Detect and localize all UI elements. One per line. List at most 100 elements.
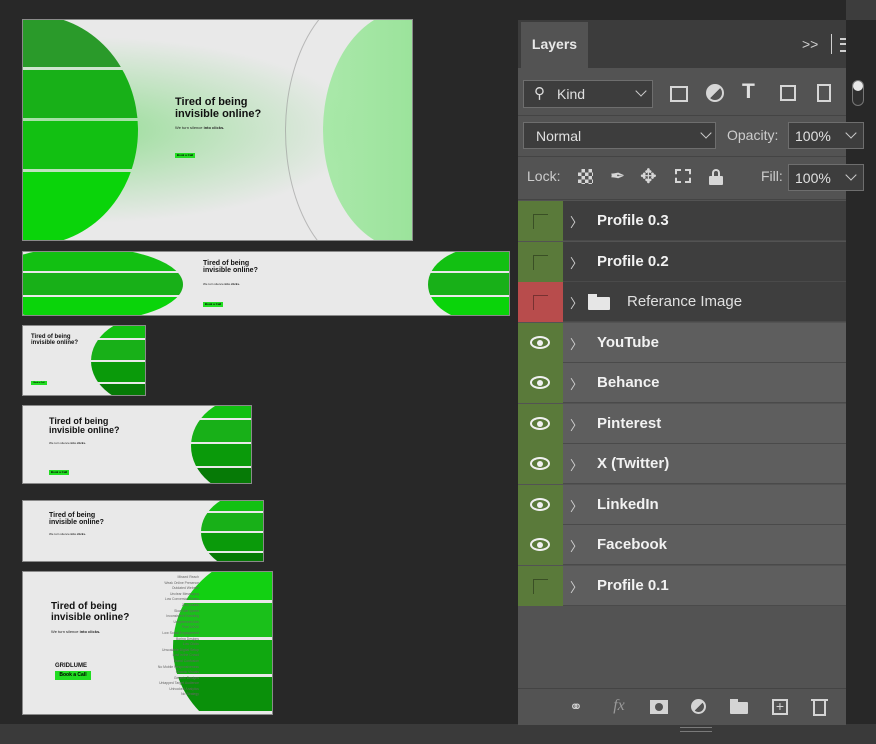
headline: Tired of being invisible online?: [175, 96, 262, 120]
layer-name: X (Twitter): [597, 455, 670, 472]
chevron-right-icon[interactable]: 〉: [570, 415, 583, 434]
layer-row[interactable]: 〉 Behance: [518, 363, 846, 403]
tab-layers[interactable]: Layers: [521, 22, 588, 68]
eye-icon: [530, 335, 550, 349]
chevron-right-icon[interactable]: 〉: [570, 496, 583, 515]
chevron-down-icon[interactable]: [845, 127, 857, 139]
artboard-square[interactable]: Tired of being invisible online? We turn …: [22, 571, 273, 715]
layer-visibility-toggle[interactable]: [518, 282, 563, 322]
opacity-input[interactable]: 100%: [788, 122, 864, 149]
chevron-right-icon[interactable]: 〉: [570, 212, 583, 231]
divider: [518, 199, 846, 200]
blend-mode-select[interactable]: Normal: [523, 122, 716, 149]
panel-footer: ⚭ fx +: [518, 688, 846, 732]
opacity-value: 100%: [795, 128, 831, 144]
new-layer-icon[interactable]: +: [769, 697, 791, 717]
move-icon[interactable]: ✥: [640, 164, 662, 188]
decor-ring: [285, 20, 412, 240]
layer-row[interactable]: 〉 YouTube: [518, 322, 846, 363]
layer-visibility-toggle[interactable]: [518, 444, 563, 484]
chevron-right-icon[interactable]: 〉: [570, 293, 583, 312]
link-icon[interactable]: ⚭: [565, 697, 587, 717]
chevron-right-icon[interactable]: 〉: [570, 455, 583, 474]
green-circle: [23, 252, 183, 315]
chevron-right-icon[interactable]: 〉: [570, 536, 583, 555]
divider: [518, 156, 846, 157]
opacity-label: Opacity:: [727, 127, 779, 143]
adjustment-icon[interactable]: [688, 697, 710, 717]
artboard-lock-icon[interactable]: [675, 169, 691, 183]
subline: We turn silence into clicks.: [49, 441, 86, 445]
eye-icon: [530, 416, 550, 430]
chevron-right-icon[interactable]: 〉: [570, 577, 583, 596]
artboard-medium-2[interactable]: Tired of being invisible online? We turn …: [22, 500, 264, 562]
shape-filter-icon[interactable]: [780, 85, 796, 101]
layer-visibility-toggle[interactable]: [518, 363, 563, 403]
layer-name: Profile 0.3: [597, 212, 669, 229]
filter-kind-select[interactable]: ⚲ Kind: [523, 80, 653, 108]
layer-visibility-toggle[interactable]: [518, 484, 563, 525]
fill-input[interactable]: 100%: [788, 164, 864, 191]
brush-icon[interactable]: ✒: [610, 166, 632, 188]
artboard-banner[interactable]: Tired of being invisible online? We turn …: [22, 251, 510, 316]
image-filter-icon[interactable]: [670, 86, 688, 102]
layer-visibility-toggle[interactable]: [518, 322, 563, 363]
layer-row[interactable]: 〉 Facebook: [518, 525, 846, 565]
smart-object-filter-icon[interactable]: [817, 84, 831, 102]
layer-row[interactable]: 〉 Profile 0.1: [518, 565, 846, 606]
layer-name: Facebook: [597, 536, 668, 553]
chevron-right-icon[interactable]: 〉: [570, 334, 583, 353]
layer-visibility-toggle[interactable]: [518, 241, 563, 282]
layer-row[interactable]: 〉 LinkedIn: [518, 484, 846, 525]
folder-icon[interactable]: [728, 697, 750, 717]
collapse-icon[interactable]: >>: [802, 36, 818, 52]
layer-row[interactable]: 〉 Referance Image: [518, 282, 846, 322]
eye-icon: [530, 376, 550, 389]
search-icon: ⚲: [534, 85, 545, 102]
artboard-small[interactable]: Tired of being invisible online? Book a C…: [22, 325, 146, 396]
canvas-area[interactable]: Tired of being invisible online? We turn …: [0, 0, 518, 724]
lock-all-icon[interactable]: [709, 169, 723, 185]
trash-icon[interactable]: [809, 697, 831, 717]
divider: [831, 34, 832, 54]
lock-transparent-pixels-icon[interactable]: [578, 169, 593, 184]
fx-icon[interactable]: fx: [608, 697, 630, 717]
cta-button: Book a Call: [49, 470, 69, 475]
layer-visibility-toggle[interactable]: [518, 403, 563, 444]
chevron-right-icon[interactable]: 〉: [570, 374, 583, 393]
top-right-strip: [846, 0, 876, 20]
layer-name: Pinterest: [597, 414, 662, 432]
layer-name: YouTube: [597, 333, 659, 351]
headline: Tired of being invisible online?: [203, 260, 258, 275]
artboard-medium[interactable]: Tired of being invisible online? We turn …: [22, 405, 252, 484]
artboard-profile[interactable]: Tired of being invisible online? We turn …: [22, 19, 413, 241]
layer-visibility-toggle[interactable]: [518, 201, 563, 241]
layer-row[interactable]: 〉 Profile 0.2: [518, 241, 846, 282]
filter-toggle[interactable]: [852, 80, 864, 106]
subline: We turn silence into clicks.: [203, 282, 240, 286]
subline: We turn silence into clicks.: [49, 532, 86, 536]
layer-row[interactable]: 〉 X (Twitter): [518, 444, 846, 484]
mask-icon[interactable]: [648, 697, 670, 717]
headline: Tired of being invisible online?: [49, 416, 120, 436]
hidden-box-icon: [533, 578, 548, 594]
green-circle: [191, 406, 251, 483]
cta-button: Book a Call: [31, 381, 47, 385]
resize-grip[interactable]: [680, 727, 712, 732]
lock-label: Lock:: [527, 168, 561, 184]
cta-button: Book a Call: [175, 153, 195, 158]
panel-menu-icon[interactable]: [840, 38, 846, 52]
adjustment-filter-icon[interactable]: [706, 84, 724, 102]
eye-icon: [530, 497, 550, 511]
hidden-box-icon: [533, 254, 548, 270]
chevron-right-icon[interactable]: 〉: [570, 253, 583, 272]
layer-visibility-toggle[interactable]: [518, 525, 563, 565]
chevron-down-icon[interactable]: [845, 169, 857, 181]
layer-row[interactable]: 〉 Pinterest: [518, 403, 846, 444]
chevron-down-icon: [635, 85, 647, 97]
subline: We turn silence into clicks.: [175, 125, 225, 130]
layer-visibility-toggle[interactable]: [518, 565, 563, 606]
type-filter-icon[interactable]: T: [742, 80, 764, 103]
headline: Tired of being invisible online?: [49, 512, 104, 527]
layer-row[interactable]: 〉 Profile 0.3: [518, 201, 846, 241]
